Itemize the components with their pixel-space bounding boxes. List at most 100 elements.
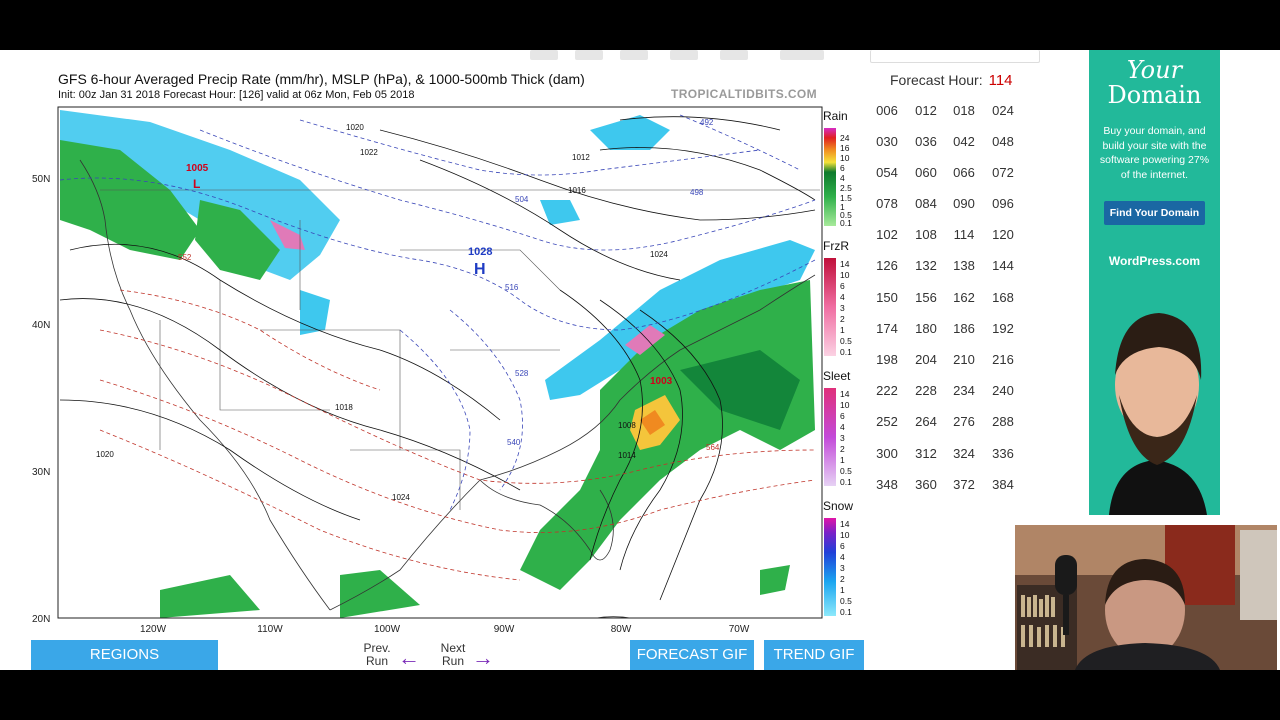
toolbar-field[interactable]: [870, 50, 1040, 63]
forecast-hour-option[interactable]: 198: [868, 347, 906, 373]
legend-value: 16: [840, 143, 850, 153]
forecast-hour-option[interactable]: 228: [907, 378, 945, 404]
next-run-button[interactable]: Next Run →: [436, 642, 500, 671]
lon-label: 100W: [374, 624, 401, 635]
lon-label: 110W: [257, 624, 283, 635]
high-pressure-symbol: H: [474, 261, 486, 278]
lat-label: 30N: [32, 467, 50, 478]
forecast-hour-option[interactable]: 114: [945, 222, 983, 248]
forecast-hour-option[interactable]: 252: [868, 409, 906, 435]
lat-label: 50N: [32, 174, 50, 185]
forecast-hour-option[interactable]: 018: [945, 98, 983, 124]
prev-run-button[interactable]: Prev. Run ←: [360, 642, 424, 671]
legend-value: 10: [840, 530, 850, 540]
forecast-hour-option[interactable]: 126: [868, 253, 906, 279]
trend-gif-button[interactable]: TREND GIF: [764, 640, 864, 670]
forecast-hour-option[interactable]: 108: [907, 222, 945, 248]
isobar-label: 1014: [618, 451, 636, 460]
isobar-label: 1024: [650, 250, 668, 259]
thickness-label: 504: [515, 195, 529, 204]
lon-labels: 120W 110W 100W 90W 80W 70W: [140, 624, 750, 635]
forecast-hour-option[interactable]: 372: [945, 472, 983, 498]
forecast-hour-option[interactable]: 162: [945, 285, 983, 311]
forecast-hour-option[interactable]: 006: [868, 98, 906, 124]
forecast-hour-option[interactable]: 102: [868, 222, 906, 248]
legend-value: 14: [840, 389, 850, 399]
forecast-hour-option[interactable]: 168: [984, 285, 1022, 311]
forecast-hour-option[interactable]: 384: [984, 472, 1022, 498]
forecast-hour-option[interactable]: 336: [984, 441, 1022, 467]
forecast-hour-option[interactable]: 264: [907, 409, 945, 435]
forecast-hour-option[interactable]: 066: [945, 160, 983, 186]
forecast-hour-option[interactable]: 348: [868, 472, 906, 498]
forecast-hour-option[interactable]: 174: [868, 316, 906, 342]
legend-value: 0.1: [840, 218, 852, 228]
isobar-label: 1016: [568, 186, 586, 195]
forecast-hour-option[interactable]: 186: [945, 316, 983, 342]
wordpress-ad[interactable]: Your Domain Buy your domain, and build y…: [1089, 50, 1220, 515]
legend-value: 6: [840, 541, 845, 551]
forecast-hour-option[interactable]: 300: [868, 441, 906, 467]
arrow-right-icon: →: [472, 645, 494, 670]
forecast-hour-option[interactable]: 144: [984, 253, 1022, 279]
forecast-hour-option[interactable]: 222: [868, 378, 906, 404]
legend-value: 3: [840, 303, 845, 313]
legend-value: 10: [840, 153, 850, 163]
forecast-hour-option[interactable]: 120: [984, 222, 1022, 248]
low-pressure-value: 1003: [650, 376, 673, 387]
isobar-label: 1018: [335, 403, 353, 412]
forecast-hour-option[interactable]: 090: [945, 191, 983, 217]
ad-headline-1: Your: [1126, 56, 1183, 84]
forecast-hour-option[interactable]: 132: [907, 253, 945, 279]
legend-value: 0.5: [840, 596, 852, 606]
forecast-hour-option[interactable]: 192: [984, 316, 1022, 342]
forecast-hour-option[interactable]: 150: [868, 285, 906, 311]
forecast-hour-option[interactable]: 312: [907, 441, 945, 467]
legend-snow-values: 14 10 6 4 3 2 1 0.5 0.1: [840, 519, 852, 617]
forecast-hour-option[interactable]: 210: [945, 347, 983, 373]
forecast-hour-option[interactable]: 180: [907, 316, 945, 342]
forecast-hour-option[interactable]: 024: [984, 98, 1022, 124]
arrow-left-icon: ←: [398, 645, 420, 670]
thickness-label: 552: [178, 253, 192, 262]
forecast-gif-button[interactable]: FORECAST GIF: [630, 640, 754, 670]
forecast-hour-option[interactable]: 216: [984, 347, 1022, 373]
forecast-hour-option[interactable]: 084: [907, 191, 945, 217]
forecast-hour-option[interactable]: 324: [945, 441, 983, 467]
regions-button[interactable]: REGIONS: [31, 640, 218, 670]
lat-labels: 50N 40N 30N 20N: [32, 174, 50, 625]
legend-sleet-values: 14 10 6 4 3 2 1 0.5 0.1: [840, 389, 852, 487]
forecast-hour-option[interactable]: 234: [945, 378, 983, 404]
forecast-hour-option[interactable]: 012: [907, 98, 945, 124]
lat-label: 20N: [32, 614, 50, 625]
isobar-label: 1022: [360, 148, 378, 157]
legend-frzr-values: 14 10 6 4 3 2 1 0.5 0.1: [840, 259, 852, 357]
thickness-label: 492: [700, 118, 714, 127]
forecast-hour-option[interactable]: 048: [984, 129, 1022, 155]
ad-cta-button[interactable]: Find Your Domain: [1104, 201, 1205, 225]
forecast-hour-option[interactable]: 042: [945, 129, 983, 155]
legend-value: 2: [840, 444, 845, 454]
forecast-hour-option[interactable]: 240: [984, 378, 1022, 404]
forecast-hour-option[interactable]: 360: [907, 472, 945, 498]
legend-value: 1: [840, 325, 845, 335]
lon-label: 80W: [611, 624, 632, 635]
forecast-hour-option[interactable]: 060: [907, 160, 945, 186]
forecast-hour-option[interactable]: 036: [907, 129, 945, 155]
forecast-hour-option[interactable]: 030: [868, 129, 906, 155]
forecast-hour-option[interactable]: 054: [868, 160, 906, 186]
legend-rain-values: 24 16 10 6 4 2.5 1.5 1 0.5 0.1: [840, 133, 852, 228]
lat-label: 40N: [32, 320, 50, 331]
map-init-info: Init: 00z Jan 31 2018 Forecast Hour: [12…: [58, 89, 415, 101]
forecast-hour-option[interactable]: 288: [984, 409, 1022, 435]
forecast-hour-option[interactable]: 138: [945, 253, 983, 279]
lon-label: 120W: [140, 624, 167, 635]
forecast-hour-option[interactable]: 072: [984, 160, 1022, 186]
forecast-hour-option[interactable]: 276: [945, 409, 983, 435]
forecast-hour-option[interactable]: 204: [907, 347, 945, 373]
forecast-hour-option[interactable]: 156: [907, 285, 945, 311]
thickness-label: 528: [515, 369, 529, 378]
legend-value: 3: [840, 563, 845, 573]
forecast-hour-option[interactable]: 078: [868, 191, 906, 217]
forecast-hour-option[interactable]: 096: [984, 191, 1022, 217]
